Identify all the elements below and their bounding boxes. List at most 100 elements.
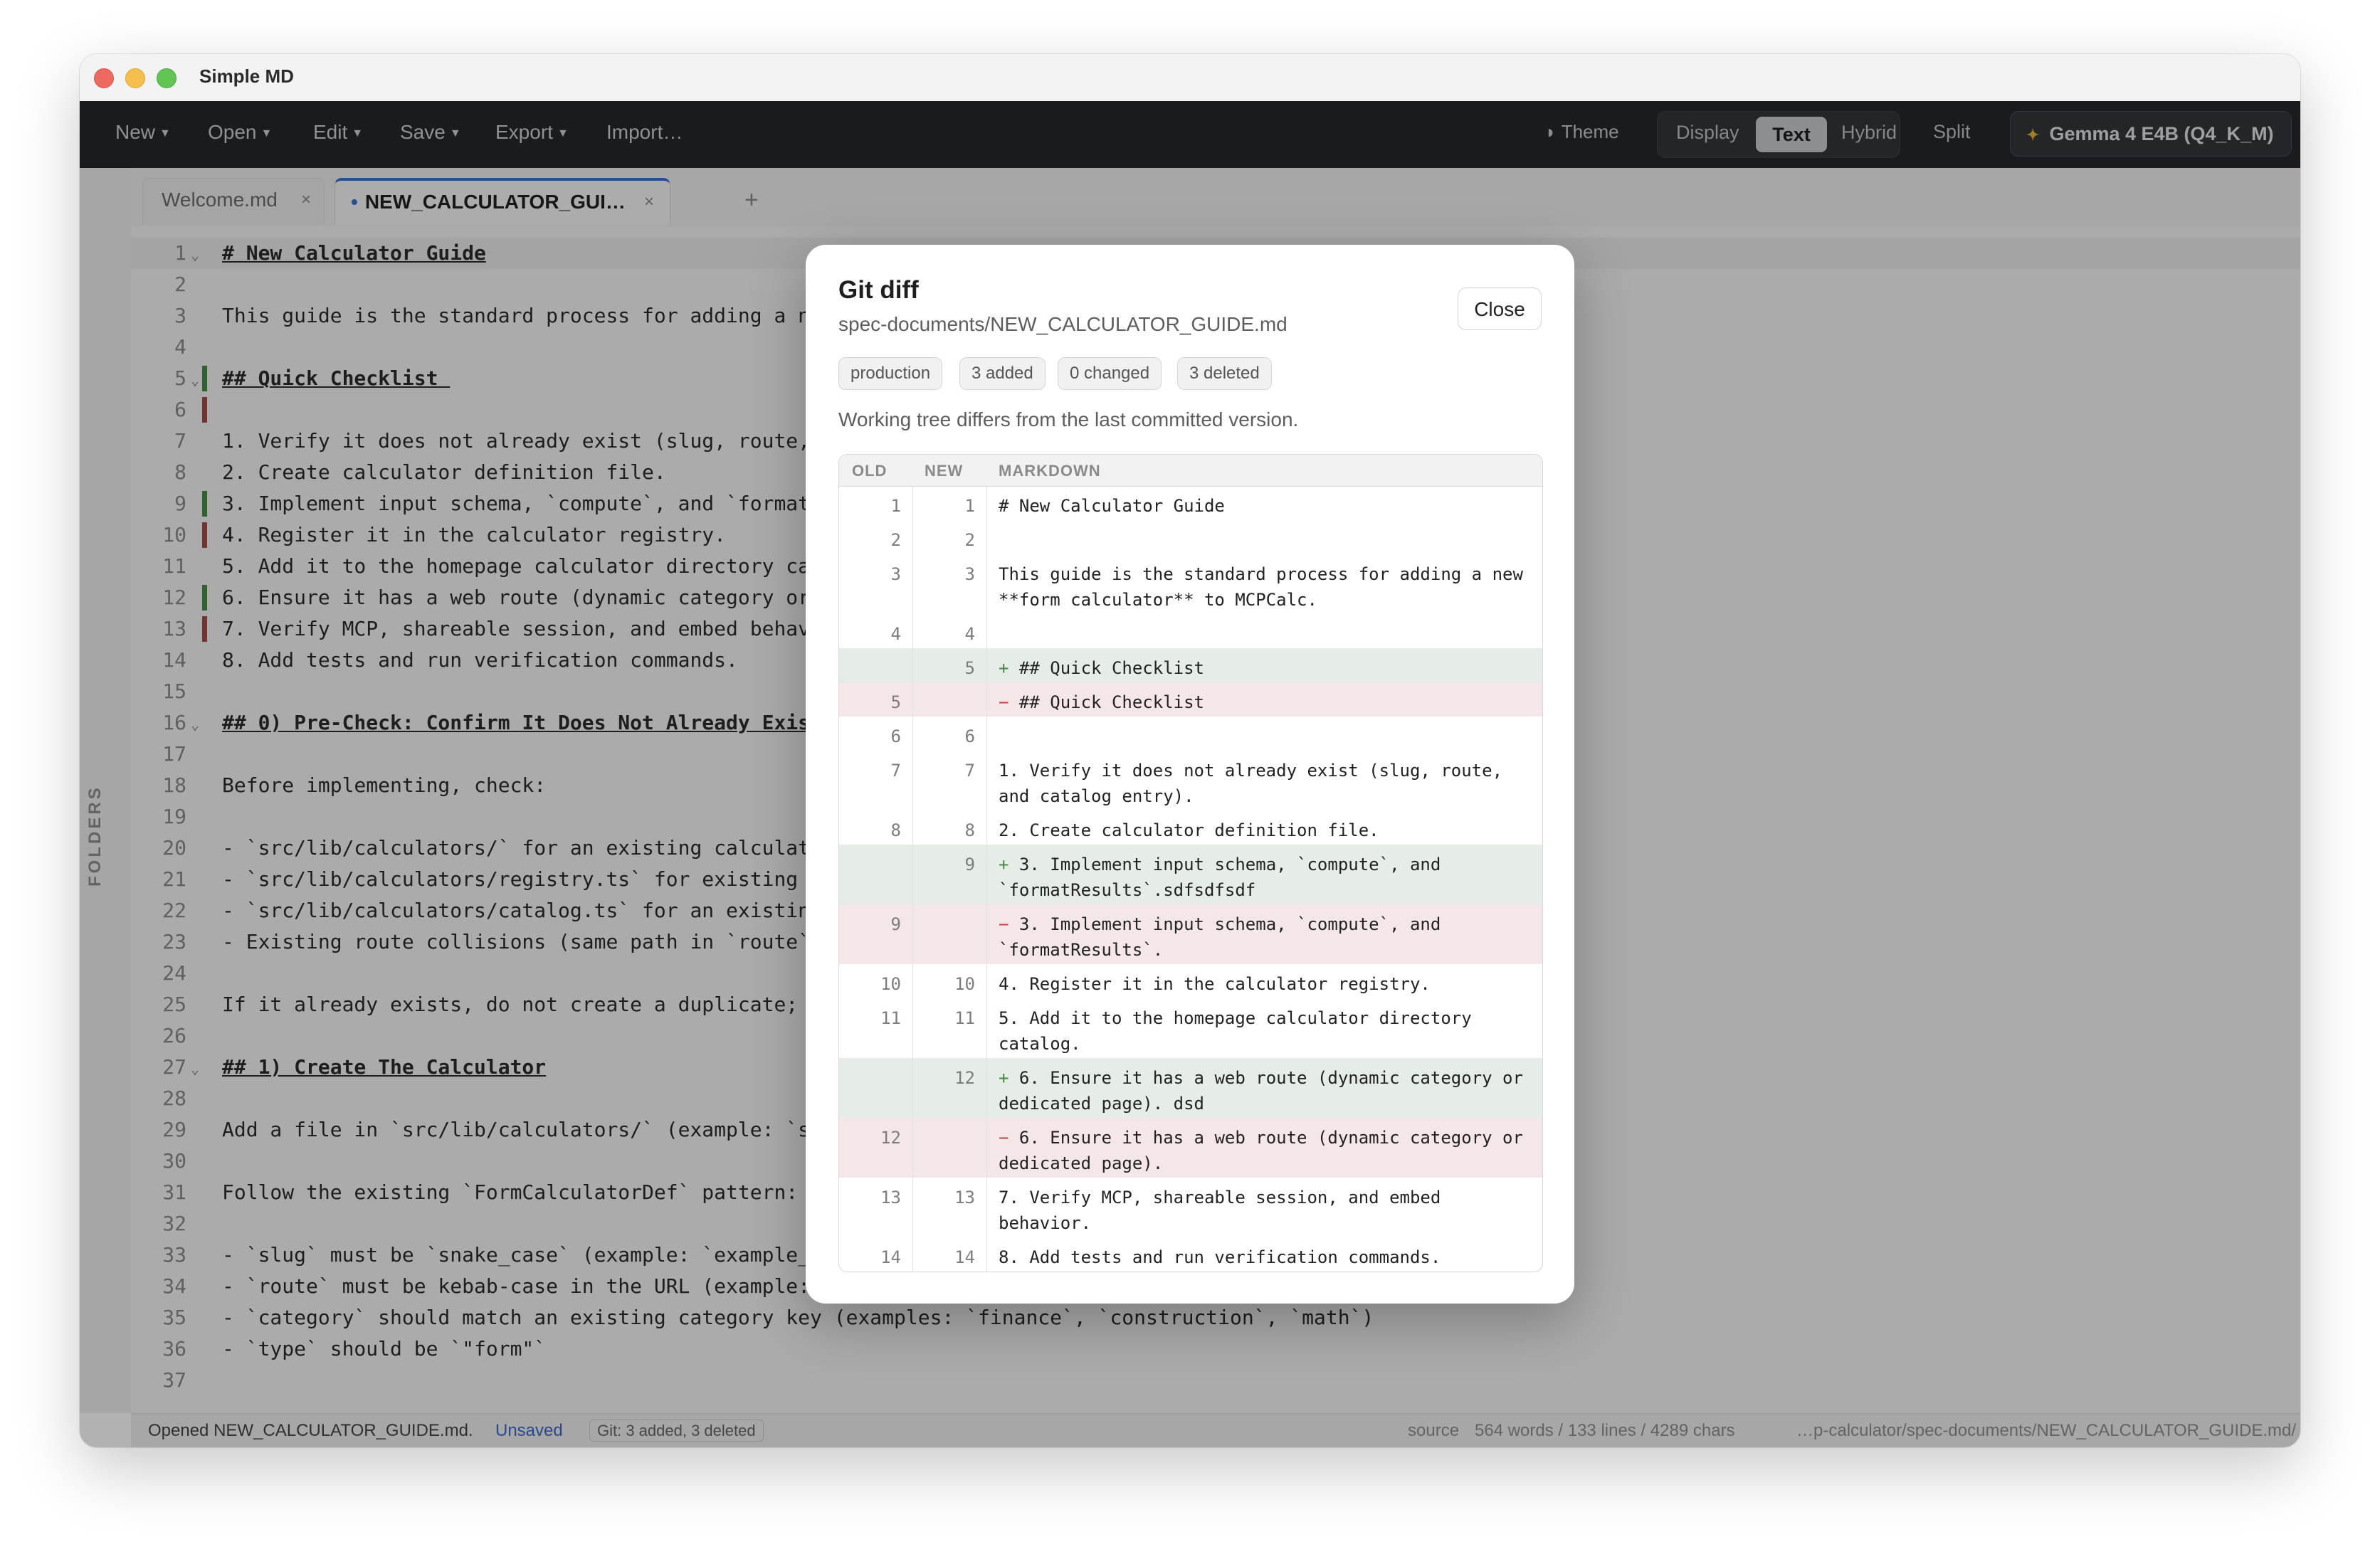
diff-row: 44	[839, 614, 1542, 648]
deleted-prefix: −	[999, 692, 1019, 712]
minimize-window-button[interactable]	[125, 68, 145, 88]
new-line-number: 7	[913, 751, 987, 810]
diff-row: 1 1 # New Calculator Guide	[839, 486, 1542, 520]
dialog-file-path: spec-documents/NEW_CALCULATOR_GUIDE.md	[838, 313, 1288, 335]
new-line-number: 13	[913, 1178, 987, 1237]
new-line-number	[913, 1118, 987, 1178]
diff-text: 6. Ensure it has a web route (dynamic ca…	[999, 1128, 1523, 1173]
diff-line-text: 1. Verify it does not already exist (slu…	[999, 751, 1532, 809]
diff-row: 7 7 1. Verify it does not already exist (s…	[839, 751, 1542, 810]
column-markdown: MARKDOWN	[999, 462, 1101, 480]
new-line-number: 9	[913, 845, 987, 904]
diff-row: 9 + 3. Implement input schema, `compute`,…	[839, 845, 1542, 904]
app-title: Simple MD	[199, 65, 294, 87]
added-prefix: +	[999, 658, 1019, 678]
added-prefix: +	[999, 855, 1019, 874]
new-line-number: 4	[913, 614, 987, 648]
column-new: NEW	[925, 462, 964, 480]
diff-line-text: + 3. Implement input schema, `compute`, …	[999, 845, 1532, 903]
diff-line-text: 7. Verify MCP, shareable session, and em…	[999, 1178, 1532, 1236]
git-diff-dialog: Git diff spec-documents/NEW_CALCULATOR_G…	[806, 245, 1574, 1304]
old-line-number: 14	[839, 1237, 913, 1272]
old-line-number: 7	[839, 751, 913, 810]
diff-text: 7. Verify MCP, shareable session, and em…	[999, 1188, 1441, 1233]
diff-row: 12 − 6. Ensure it has a web route (dynami…	[839, 1118, 1542, 1178]
diff-text: 3. Implement input schema, `compute`, an…	[999, 855, 1441, 900]
old-line-number: 8	[839, 810, 913, 845]
new-line-number: 14	[913, 1237, 987, 1272]
diff-line-text: 4. Register it in the calculator registr…	[999, 964, 1532, 997]
diff-line-text	[999, 717, 1532, 724]
diff-row: 12 + 6. Ensure it has a web route (dynami…	[839, 1058, 1542, 1118]
new-line-number: 2	[913, 520, 987, 554]
dialog-title: Git diff	[838, 276, 919, 304]
diff-text: 6. Ensure it has a web route (dynamic ca…	[999, 1068, 1523, 1114]
diff-line-text	[999, 614, 1532, 621]
diff-line-text: + ## Quick Checklist	[999, 648, 1532, 681]
new-line-number: 1	[913, 486, 987, 520]
diff-row: 5 − ## Quick Checklist	[839, 682, 1542, 717]
old-line-number: 11	[839, 998, 913, 1058]
new-line-number: 11	[913, 998, 987, 1058]
diff-text: 1. Verify it does not already exist (slu…	[999, 761, 1503, 806]
diff-row: 14 14 8. Add tests and run verification co…	[839, 1237, 1542, 1272]
new-line-number: 12	[913, 1058, 987, 1118]
old-line-number: 6	[839, 717, 913, 751]
old-line-number: 4	[839, 614, 913, 648]
diff-row: 22	[839, 520, 1542, 554]
diff-row: 9 − 3. Implement input schema, `compute`,…	[839, 904, 1542, 964]
diff-line-text: + 6. Ensure it has a web route (dynamic …	[999, 1058, 1532, 1116]
old-line-number: 3	[839, 554, 913, 614]
close-window-button[interactable]	[94, 68, 114, 88]
diff-table[interactable]: OLD NEW MARKDOWN 1 1 # New Calculator Guid…	[838, 454, 1543, 1272]
diff-text: ## Quick Checklist	[1018, 658, 1204, 678]
branch-pill: production	[838, 357, 943, 390]
diff-row: 13 13 7. Verify MCP, shareable session, an…	[839, 1178, 1542, 1237]
diff-line-text: 2. Create calculator definition file.	[999, 810, 1532, 843]
diff-text: # New Calculator Guide	[999, 496, 1225, 516]
diff-line-text: 5. Add it to the homepage calculator dir…	[999, 998, 1532, 1057]
diff-line-text: 8. Add tests and run verification comman…	[999, 1237, 1532, 1270]
diff-row: 5 + ## Quick Checklist	[839, 648, 1542, 682]
title-bar: Simple MD	[80, 54, 2300, 102]
old-line-number	[839, 1058, 913, 1118]
new-line-number: 10	[913, 964, 987, 998]
diff-text: This guide is the standard process for a…	[999, 564, 1523, 610]
old-line-number	[839, 648, 913, 682]
column-old: OLD	[852, 462, 888, 480]
new-line-number: 6	[913, 717, 987, 751]
close-button[interactable]: Close	[1458, 287, 1542, 330]
added-prefix: +	[999, 1068, 1019, 1088]
added-count-pill: 3 added	[959, 357, 1046, 390]
new-line-number: 3	[913, 554, 987, 614]
diff-text: 2. Create calculator definition file.	[999, 820, 1379, 840]
diff-row: 3 3 This guide is the standard process for…	[839, 554, 1542, 614]
new-line-number	[913, 904, 987, 964]
diff-summary-message: Working tree differs from the last commi…	[838, 408, 1299, 430]
diff-line-text: − 6. Ensure it has a web route (dynamic …	[999, 1118, 1532, 1176]
changed-count-pill: 0 changed	[1058, 357, 1162, 390]
old-line-number: 1	[839, 486, 913, 520]
diff-table-header: OLD NEW MARKDOWN	[839, 455, 1542, 487]
diff-text: 3. Implement input schema, `compute`, an…	[999, 914, 1441, 960]
diff-row: 10 10 4. Register it in the calculator reg…	[839, 964, 1542, 998]
diff-text: 8. Add tests and run verification comman…	[999, 1247, 1441, 1267]
old-line-number: 9	[839, 904, 913, 964]
diff-line-text: − ## Quick Checklist	[999, 682, 1532, 715]
diff-text: 5. Add it to the homepage calculator dir…	[999, 1008, 1472, 1054]
deleted-prefix: −	[999, 914, 1019, 934]
diff-row: 11 11 5. Add it to the homepage calculator…	[839, 998, 1542, 1058]
new-line-number: 5	[913, 648, 987, 682]
old-line-number: 5	[839, 682, 913, 717]
diff-line-text	[999, 520, 1532, 527]
diff-row: 66	[839, 717, 1542, 751]
new-line-number: 8	[913, 810, 987, 845]
old-line-number: 2	[839, 520, 913, 554]
diff-line-text: # New Calculator Guide	[999, 486, 1532, 519]
diff-row: 8 8 2. Create calculator definition file.	[839, 810, 1542, 845]
old-line-number: 12	[839, 1118, 913, 1178]
zoom-window-button[interactable]	[157, 68, 177, 88]
old-line-number: 10	[839, 964, 913, 998]
diff-line-text: This guide is the standard process for a…	[999, 554, 1532, 613]
diff-text: ## Quick Checklist	[1018, 692, 1204, 712]
